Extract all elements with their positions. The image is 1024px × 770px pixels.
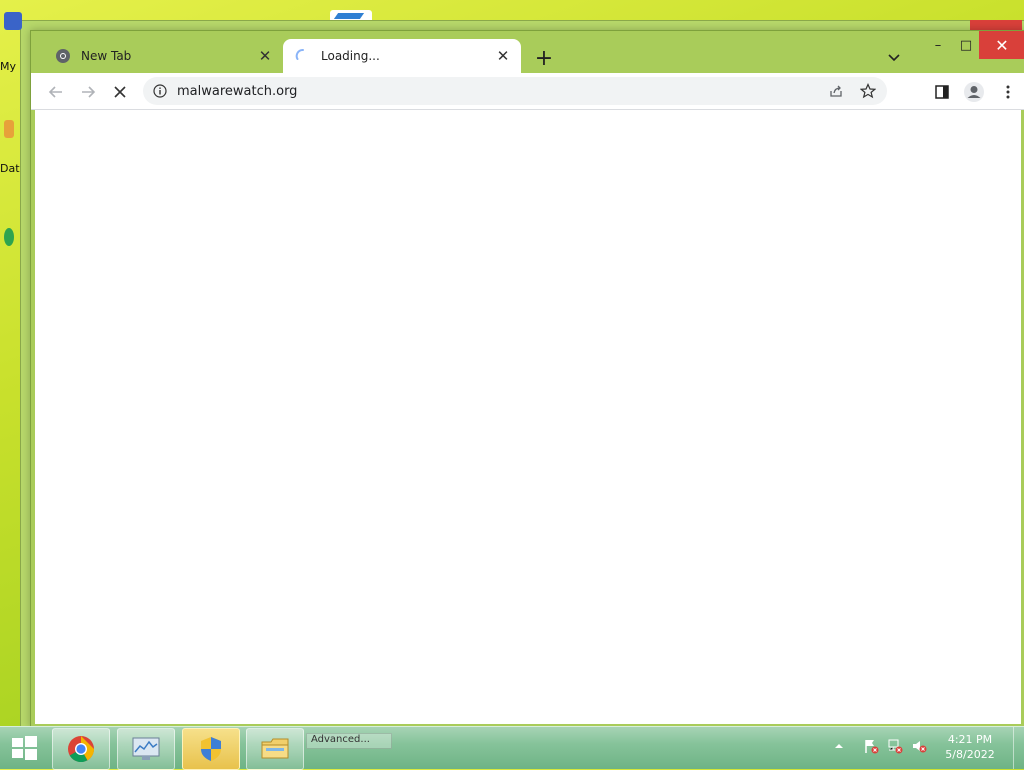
kebab-menu-icon (1006, 85, 1010, 99)
tab-title: New Tab (81, 49, 132, 63)
url-text[interactable]: malwarewatch.org (177, 84, 823, 99)
tab-loading[interactable]: Loading... ✕ (283, 39, 521, 73)
stop-icon (114, 86, 126, 98)
show-hidden-icons-button[interactable] (830, 737, 848, 755)
profile-avatar-icon (964, 82, 984, 102)
taskbar-chrome-button[interactable] (52, 728, 110, 770)
app-icon[interactable] (4, 228, 14, 246)
volume-muted-icon[interactable] (910, 737, 928, 755)
info-icon[interactable] (151, 82, 169, 100)
tab-search-button[interactable] (883, 47, 905, 69)
windows-logo-icon (12, 736, 37, 760)
side-panel-icon (935, 85, 949, 99)
profile-button[interactable] (961, 79, 987, 105)
desktop-icon-label-data[interactable]: Dat (0, 162, 22, 175)
chrome-icon (68, 736, 95, 763)
close-tab-icon[interactable]: ✕ (493, 46, 513, 66)
tab-new-tab[interactable]: New Tab ✕ (43, 39, 283, 73)
close-tab-icon[interactable]: ✕ (255, 46, 275, 66)
show-desktop-button[interactable] (1013, 727, 1024, 769)
network-icon[interactable] (886, 737, 904, 755)
forward-button[interactable] (75, 79, 101, 105)
taskbar-monitor-button[interactable] (117, 728, 175, 770)
maximize-button[interactable]: □ (949, 31, 983, 59)
new-tab-button[interactable]: + (533, 46, 555, 71)
start-button[interactable] (4, 729, 44, 767)
background-window-close-button[interactable] (970, 20, 1022, 30)
tab-title: Loading... (321, 49, 380, 63)
stop-loading-button[interactable] (107, 79, 133, 105)
action-center-icon[interactable] (862, 737, 880, 755)
chrome-icon (55, 48, 71, 64)
clock-date: 5/8/2022 (945, 748, 995, 761)
loading-spinner-icon (295, 48, 311, 64)
side-panel-button[interactable] (929, 79, 955, 105)
taskbar-uac-button[interactable] (182, 728, 240, 770)
data-icon[interactable] (4, 120, 14, 138)
clock-time: 4:21 PM (947, 733, 993, 746)
bookmark-star-icon[interactable] (855, 78, 881, 104)
back-button[interactable] (43, 79, 69, 105)
taskbar-explorer-button[interactable] (246, 728, 304, 770)
folder-icon (261, 738, 289, 759)
tab-strip: New Tab ✕ Loading... ✕ + – □ ✕ (31, 31, 1024, 73)
desktop-icon-label-my[interactable]: My (0, 60, 22, 73)
close-window-button[interactable]: ✕ (979, 31, 1024, 59)
computer-icon[interactable] (4, 12, 22, 30)
back-arrow-icon (48, 86, 62, 98)
forward-arrow-icon (82, 86, 96, 98)
monitor-icon (132, 737, 160, 760)
system-clock[interactable]: 4:21 PM 5/8/2022 (932, 732, 1008, 762)
share-icon[interactable] (823, 78, 849, 104)
chrome-window: New Tab ✕ Loading... ✕ + – □ ✕ malwarewa… (30, 30, 1024, 728)
browser-toolbar: malwarewatch.org (31, 73, 1024, 110)
page-content[interactable] (35, 110, 1021, 724)
chevron-down-icon (888, 54, 900, 62)
address-bar[interactable]: malwarewatch.org (143, 77, 887, 105)
shield-icon (201, 737, 221, 761)
menu-button[interactable] (995, 79, 1021, 105)
chevron-up-icon (835, 744, 843, 748)
hidden-window-label[interactable]: Advanced... (306, 733, 392, 749)
taskbar: Advanced... 4:21 PM 5/8/2022 (0, 726, 1024, 770)
